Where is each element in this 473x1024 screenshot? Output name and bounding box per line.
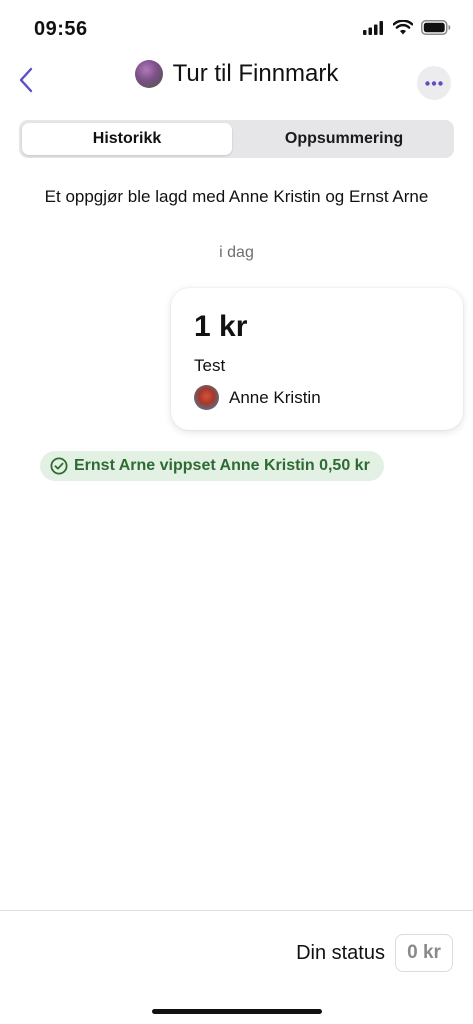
check-circle-icon: [50, 457, 68, 475]
tab-oppsummering[interactable]: Oppsummering: [237, 123, 451, 155]
signal-icon: [363, 20, 383, 35]
title-group: Tur til Finnmark: [0, 60, 473, 88]
expense-description: Test: [194, 356, 226, 375]
payment-text: Ernst Arne vippset Anne Kristin 0,50 kr: [74, 457, 370, 474]
footer-divider: [0, 910, 473, 911]
more-button[interactable]: [417, 66, 451, 100]
status-value: 0 kr: [395, 934, 453, 972]
battery-icon: [421, 20, 451, 35]
segmented-control: Historikk Oppsummering: [19, 120, 454, 158]
settlement-message: Et oppgjør ble lagd med Anne Kristin og …: [44, 187, 429, 206]
date-label: i dag: [219, 244, 254, 261]
page-title: Tur til Finnmark: [172, 60, 339, 87]
payer-name: Anne Kristin: [229, 387, 321, 407]
tab-historikk[interactable]: Historikk: [22, 123, 232, 155]
nav-header: Tur til Finnmark: [0, 56, 473, 100]
payer-row: Anne Kristin: [194, 385, 321, 410]
avatar: [194, 385, 219, 410]
status-bar: 09:56: [0, 0, 473, 56]
screen: 09:56 Tur til Finnmark Historikk Oppsumm…: [0, 0, 473, 1024]
status-icons: [363, 20, 451, 35]
home-indicator[interactable]: [152, 1009, 322, 1014]
status-time: 09:56: [34, 18, 88, 40]
expense-card[interactable]: 1 kr Test Anne Kristin: [171, 288, 463, 430]
ellipsis-icon: [425, 80, 443, 86]
group-avatar: [134, 60, 163, 88]
wifi-icon: [393, 20, 413, 35]
payment-badge: Ernst Arne vippset Anne Kristin 0,50 kr: [40, 451, 384, 481]
status-label: Din status: [296, 942, 385, 964]
expense-amount: 1 kr: [194, 310, 248, 343]
